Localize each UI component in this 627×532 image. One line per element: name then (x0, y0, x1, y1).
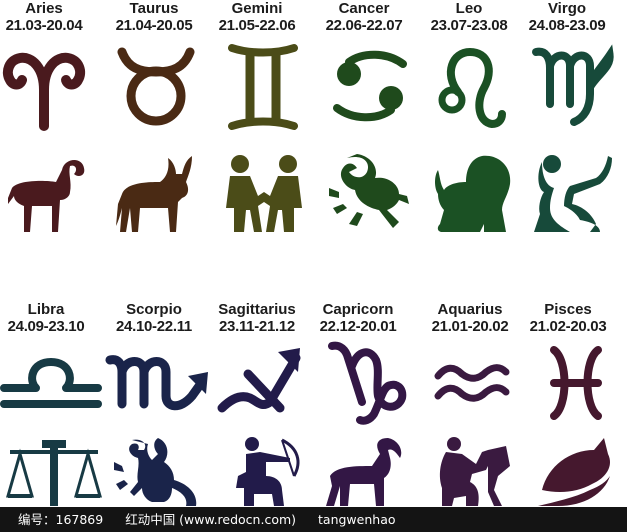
sign-libra: Libra 24.09-23.10 (0, 301, 98, 335)
sign-name: Pisces (544, 301, 592, 318)
sign-name: Gemini (231, 0, 283, 17)
sign-dates: 21.05-22.06 (218, 17, 296, 34)
scorpion-figure-icon (112, 436, 198, 506)
sign-dates: 21.03-20.04 (5, 17, 83, 34)
sign-dates: 21.02-20.03 (529, 318, 607, 335)
sign-gemini: Gemini 21.05-22.06 (205, 0, 309, 34)
bull-figure-icon (116, 152, 194, 236)
sign-dates: 24.10-22.11 (116, 318, 192, 335)
sign-pisces: Pisces 21.02-20.03 (516, 301, 620, 335)
leo-glyph-icon (436, 44, 506, 132)
sign-name: Aries (25, 0, 63, 17)
sign-name: Capricorn (322, 301, 394, 318)
virgo-glyph-icon (532, 44, 614, 128)
maiden-figure-icon (530, 152, 616, 236)
sign-sagittarius: Sagittarius 23.11-21.12 (205, 301, 309, 335)
sign-dates: 24.08-23.09 (528, 17, 606, 34)
sign-aquarius: Aquarius 21.01-20.02 (418, 301, 522, 335)
aquarius-glyph-icon (434, 360, 510, 406)
sign-name: Virgo (547, 0, 587, 17)
capricorn-glyph-icon (328, 340, 412, 426)
fish-figure-icon (534, 436, 614, 506)
sign-aries: Aries 21.03-20.04 (0, 0, 96, 34)
author-text: tangwenhao (318, 512, 396, 527)
sign-taurus: Taurus 21.04-20.05 (102, 0, 206, 34)
sign-name: Cancer (338, 0, 390, 17)
sign-capricorn: Capricorn 22.12-20.01 (306, 301, 410, 335)
sign-dates: 21.04-20.05 (115, 17, 193, 34)
sign-dates: 23.07-23.08 (430, 17, 508, 34)
twins-figure-icon (218, 152, 310, 236)
crab-figure-icon (327, 152, 411, 236)
aries-glyph-icon (2, 46, 86, 131)
sign-name: Scorpio (126, 301, 182, 318)
sign-dates: 22.12-20.01 (319, 318, 397, 335)
sign-scorpio: Scorpio 24.10-22.11 (102, 301, 206, 335)
sign-name: Sagittarius (218, 301, 296, 318)
libra-glyph-icon (0, 356, 102, 412)
sign-dates: 21.01-20.02 (431, 318, 509, 335)
water-bearer-figure-icon (436, 436, 512, 506)
gemini-glyph-icon (228, 42, 298, 132)
taurus-glyph-icon (114, 44, 198, 128)
sign-dates: 24.09-23.10 (7, 318, 85, 335)
site-credit-text: 红动中国 (www.redocn.com) (125, 512, 297, 527)
lion-figure-icon (432, 152, 516, 236)
sign-dates: 22.06-22.07 (325, 17, 403, 34)
sign-name: Leo (455, 0, 483, 17)
sign-name: Aquarius (437, 301, 503, 318)
cancer-glyph-icon (329, 46, 413, 126)
sign-virgo: Virgo 24.08-23.09 (515, 0, 619, 34)
sagittarius-glyph-icon (216, 344, 304, 418)
sign-name: Taurus (129, 0, 179, 17)
scales-figure-icon (6, 436, 102, 506)
watermark-footer: 编号：167869 红动中国 (www.redocn.com) tangwenh… (0, 507, 627, 532)
ram-figure-icon (4, 152, 90, 236)
pisces-glyph-icon (548, 346, 604, 420)
archer-figure-icon (232, 436, 308, 506)
sign-name: Libra (27, 301, 65, 318)
scorpio-glyph-icon (105, 352, 214, 414)
goat-figure-icon (326, 436, 406, 506)
sign-leo: Leo 23.07-23.08 (417, 0, 521, 34)
sign-dates: 23.11-21.12 (219, 318, 295, 335)
sign-cancer: Cancer 22.06-22.07 (312, 0, 416, 34)
image-id-text: 编号：167869 (18, 512, 104, 527)
